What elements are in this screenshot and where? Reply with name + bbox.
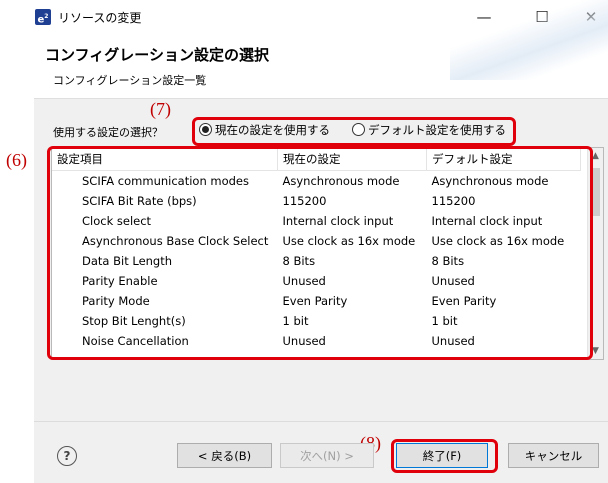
finish-button[interactable]: 終了(F) xyxy=(396,443,488,468)
page-title: コンフィグレーション設定の選択 xyxy=(45,46,269,64)
annotation-label-6: (6) xyxy=(6,150,27,170)
window-title: リソースの変更 xyxy=(58,11,142,25)
header-decoration xyxy=(450,0,608,80)
annotation-label-7: (7) xyxy=(150,99,171,119)
back-button[interactable]: < 戻る(B) xyxy=(177,443,272,468)
help-icon[interactable]: ? xyxy=(57,446,77,466)
button-bar-divider xyxy=(34,421,608,422)
annotation-box-7 xyxy=(192,117,516,146)
annotation-box-6 xyxy=(47,146,593,360)
page-subtitle: コンフィグレーション設定一覧 xyxy=(53,74,207,87)
setting-selection-label: 使用する設定の選択？ xyxy=(53,126,163,139)
cancel-button[interactable]: キャンセル xyxy=(508,443,599,468)
app-icon: e2 xyxy=(35,9,51,25)
next-button[interactable]: 次へ(N) > xyxy=(280,443,374,468)
